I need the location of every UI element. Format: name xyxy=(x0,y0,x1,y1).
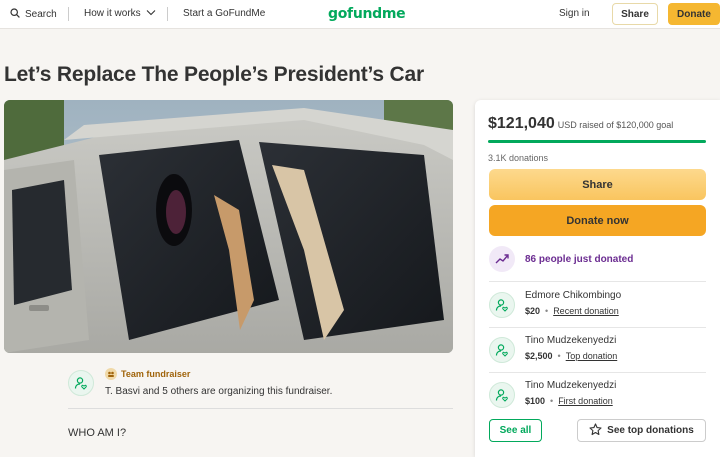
sign-in-label: Sign in xyxy=(559,8,590,19)
donation-meta: $20 • Recent donation xyxy=(525,306,619,316)
organizer-text: T. Basvi and 5 others are organizing thi… xyxy=(105,386,333,397)
donor-name: Edmore Chikombingo xyxy=(525,290,622,301)
donation-amount: $2,500 xyxy=(525,351,553,361)
progress-fill xyxy=(488,140,706,143)
start-gofundme-link[interactable]: Start a GoFundMe xyxy=(183,8,265,19)
see-top-donations-label: See top donations xyxy=(607,425,694,436)
donation-amount: $100 xyxy=(525,396,546,406)
donation-meta: $2,500 • Top donation xyxy=(525,351,617,361)
search-link[interactable]: Search xyxy=(10,8,57,21)
search-label: Search xyxy=(25,9,57,20)
donate-button-header[interactable]: Donate xyxy=(668,3,720,25)
gofundme-logo[interactable]: gofundme xyxy=(328,6,406,22)
donation-divider xyxy=(489,372,706,373)
team-badge-icon xyxy=(105,368,117,380)
donation-panel: $121,040 USD raised of $120,000 goal 3.1… xyxy=(475,100,720,457)
top-navigation: Search How it works Start a GoFundMe gof… xyxy=(0,0,720,29)
donation-item: Edmore Chikombingo $20 • Recent donation xyxy=(489,285,706,325)
trend-up-icon xyxy=(489,246,515,272)
chevron-down-icon xyxy=(146,8,156,19)
story-heading: WHO AM I? xyxy=(68,427,127,439)
see-all-button[interactable]: See all xyxy=(489,419,542,442)
separator-dot: • xyxy=(557,351,561,361)
progress-bar xyxy=(488,140,706,143)
donation-tag-link[interactable]: Top donation xyxy=(566,351,618,361)
donor-name: Tino Mudzekenyedzi xyxy=(525,335,617,346)
user-heart-icon xyxy=(489,292,515,318)
raised-amount: $121,040 xyxy=(488,115,555,132)
how-it-works-menu[interactable]: How it works xyxy=(84,8,156,19)
donation-meta: $100 • First donation xyxy=(525,396,613,406)
search-icon xyxy=(10,8,20,21)
share-button[interactable]: Share xyxy=(489,169,706,200)
donation-amount: $20 xyxy=(525,306,541,316)
donor-name: Tino Mudzekenyedzi xyxy=(525,380,617,391)
separator-dot: • xyxy=(545,306,549,316)
donation-tag-link[interactable]: Recent donation xyxy=(553,306,619,316)
start-gofundme-label: Start a GoFundMe xyxy=(183,8,266,19)
section-divider xyxy=(68,408,453,409)
campaign-hero-image[interactable] xyxy=(4,100,453,353)
recent-activity: 86 people just donated xyxy=(489,246,633,272)
sign-in-link[interactable]: Sign in xyxy=(559,8,590,19)
donation-item: Tino Mudzekenyedzi $2,500 • Top donation xyxy=(489,330,706,370)
nav-divider xyxy=(68,7,69,21)
user-heart-icon xyxy=(68,370,94,396)
how-it-works-label: How it works xyxy=(84,8,141,19)
star-icon xyxy=(589,422,602,439)
donation-item: Tino Mudzekenyedzi $100 • First donation xyxy=(489,375,706,415)
amount-raised: $121,040 USD raised of $120,000 goal xyxy=(488,115,673,133)
donation-tag-link[interactable]: First donation xyxy=(558,396,613,406)
share-button-header[interactable]: Share xyxy=(612,3,658,25)
donation-count: 3.1K donations xyxy=(488,153,549,163)
raised-goal: USD raised of $120,000 goal xyxy=(557,120,674,130)
donation-divider xyxy=(489,327,706,328)
separator-dot: • xyxy=(550,396,554,406)
user-heart-icon xyxy=(489,382,515,408)
user-heart-icon xyxy=(489,337,515,363)
donate-now-button[interactable]: Donate now xyxy=(489,205,706,236)
see-top-donations-button[interactable]: See top donations xyxy=(577,419,706,442)
nav-divider xyxy=(167,7,168,21)
donation-divider xyxy=(489,281,706,282)
team-fundraiser-badge: Team fundraiser xyxy=(105,368,190,380)
campaign-title: Let’s Replace The People’s President’s C… xyxy=(4,63,424,86)
recent-activity-text: 86 people just donated xyxy=(525,253,634,265)
team-fundraiser-label: Team fundraiser xyxy=(121,369,191,379)
